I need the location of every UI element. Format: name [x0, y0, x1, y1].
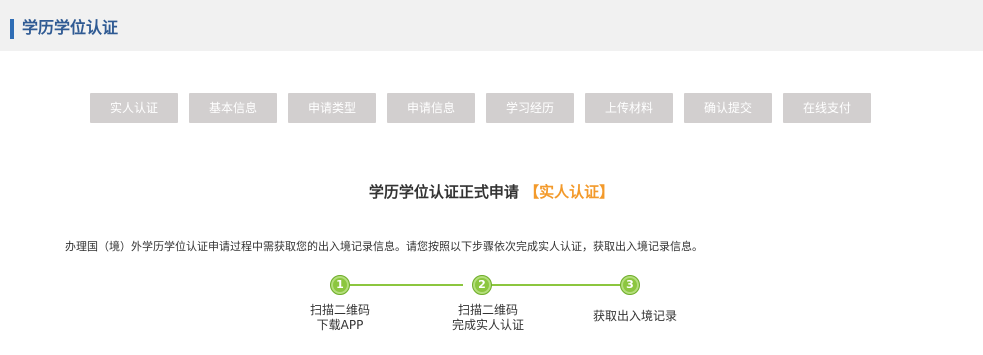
section-title-highlight: 【实人认证】 [524, 183, 615, 201]
progress-tabs: 实人认证 基本信息 申请类型 申请信息 学习经历 上传材料 确认提交 在线支付 [90, 93, 875, 123]
step-2-circle: 2 [472, 275, 492, 295]
step-connector-2 [491, 284, 621, 286]
header-accent-bar [10, 19, 14, 39]
step-2-label: 扫描二维码 完成实人认证 [440, 303, 536, 333]
step-3-line1: 获取出入境记录 [592, 309, 677, 323]
tab-confirm-submit[interactable]: 确认提交 [684, 93, 772, 123]
section-title-text: 学历学位认证正式申请 [368, 183, 519, 201]
tab-basic-info[interactable]: 基本信息 [189, 93, 277, 123]
step-3-label: 获取出入境记录 [580, 309, 690, 324]
section-title: 学历学位认证正式申请 【实人认证】 [0, 180, 983, 204]
tab-real-person-auth[interactable]: 实人认证 [90, 93, 178, 123]
step-3-circle: 3 [620, 275, 640, 295]
tab-apply-info[interactable]: 申请信息 [387, 93, 475, 123]
page-header: 学历学位认证 [0, 0, 983, 51]
step-2-line2: 完成实人认证 [451, 318, 524, 332]
tab-study-history[interactable]: 学习经历 [486, 93, 574, 123]
step-1-line2: 下载APP [316, 318, 364, 332]
step-1-label: 扫描二维码 下载APP [300, 303, 380, 333]
step-2-line1: 扫描二维码 [457, 303, 518, 317]
intro-text: 办理国（境）外学历学位认证申请过程中需获取您的出入境记录信息。请您按照以下步骤依… [65, 240, 703, 253]
step-1-circle: 1 [330, 275, 350, 295]
tab-upload-materials[interactable]: 上传材料 [585, 93, 673, 123]
step-1-line1: 扫描二维码 [309, 303, 370, 317]
tab-online-payment[interactable]: 在线支付 [783, 93, 871, 123]
tab-apply-type[interactable]: 申请类型 [288, 93, 376, 123]
step-connector-1 [349, 284, 463, 286]
page-title: 学历学位认证 [22, 18, 119, 37]
